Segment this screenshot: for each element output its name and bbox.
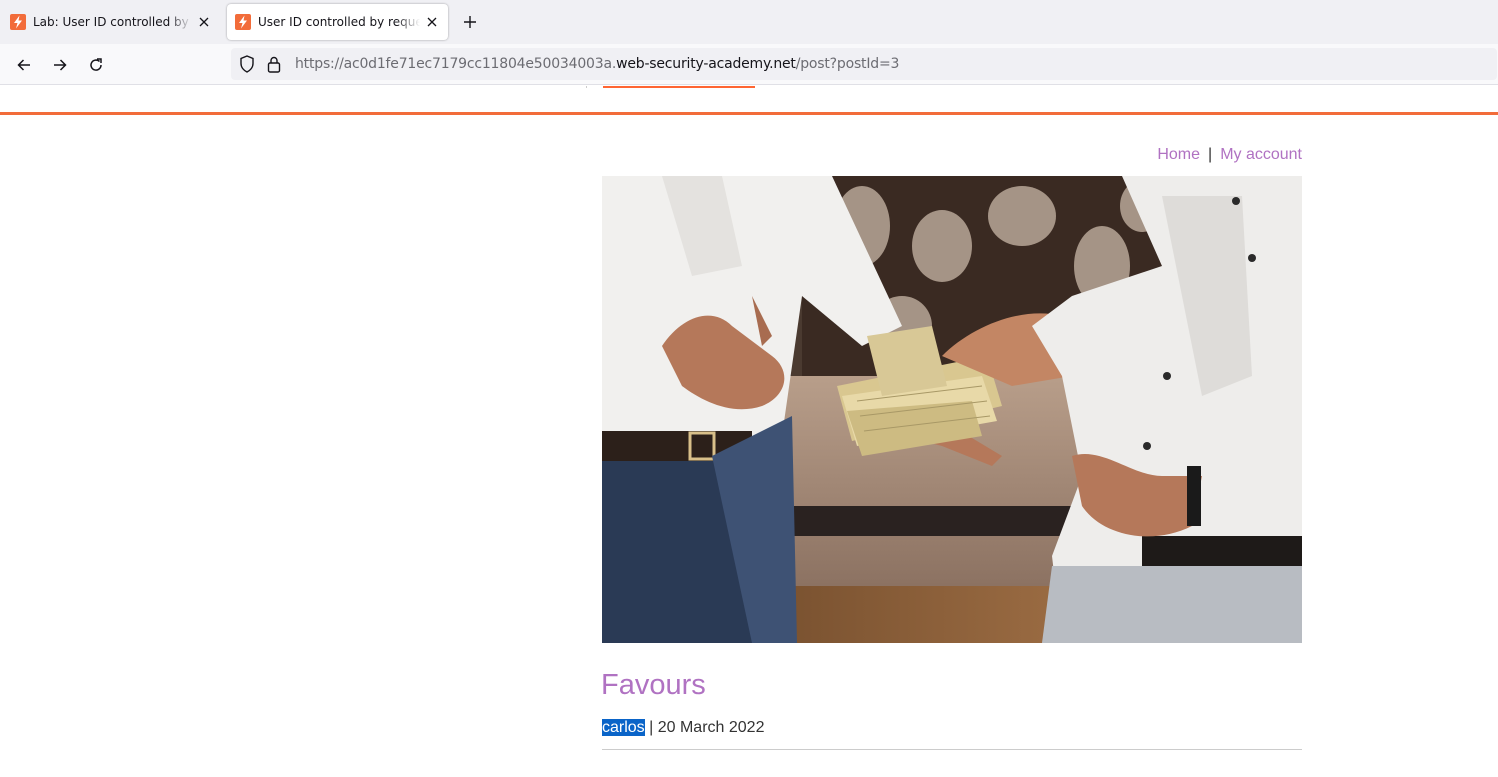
close-icon[interactable]: [196, 14, 212, 30]
header-orange-line: [0, 112, 1498, 115]
back-button[interactable]: [11, 52, 37, 78]
my-account-link[interactable]: My account: [1220, 146, 1302, 163]
post-divider: [602, 749, 1302, 750]
header-accent-bar: [603, 86, 755, 88]
tab-lab[interactable]: Lab: User ID controlled by request param…: [2, 4, 220, 40]
post-title: Favours: [601, 669, 706, 701]
post-date: 20 March 2022: [657, 719, 765, 736]
lab-lightning-icon: [235, 14, 251, 30]
forward-arrow-icon: [54, 59, 67, 71]
reload-button[interactable]: [83, 52, 109, 78]
url-domain: web-security-academy.net: [616, 56, 796, 72]
plus-icon: [464, 16, 476, 28]
lab-lightning-icon: [10, 14, 26, 30]
browser-nav-bar: https://ac0d1fe71ec7179cc11804e50034003a…: [0, 44, 1498, 85]
tab-post[interactable]: User ID controlled by request parameter: [227, 4, 448, 40]
forward-button[interactable]: [47, 52, 73, 78]
post-image: [602, 176, 1302, 643]
url-path: /post?postId=3: [795, 56, 900, 72]
site-nav: Home | My account: [1157, 146, 1302, 164]
tab-title: User ID controlled by request parameter: [258, 15, 420, 29]
close-icon[interactable]: [424, 14, 440, 30]
url-prefix: https://ac0d1fe71ec7179cc11804e50034003a…: [295, 56, 617, 72]
shield-icon[interactable]: [237, 54, 257, 74]
post-meta: carlos | 20 March 2022: [602, 719, 764, 737]
home-link[interactable]: Home: [1157, 146, 1200, 163]
reload-icon: [90, 58, 102, 71]
browser-tab-bar: Lab: User ID controlled by request param…: [0, 0, 1498, 44]
url-text[interactable]: https://ac0d1fe71ec7179cc11804e50034003a…: [295, 56, 899, 72]
tab-title: Lab: User ID controlled by request param…: [33, 15, 192, 29]
new-tab-button[interactable]: [458, 10, 482, 34]
lock-icon[interactable]: [265, 54, 283, 74]
address-bar[interactable]: https://ac0d1fe71ec7179cc11804e50034003a…: [231, 48, 1497, 80]
meta-separator: |: [644, 719, 658, 736]
back-arrow-icon: [17, 59, 30, 71]
nav-separator: |: [1208, 146, 1213, 163]
post-author[interactable]: carlos: [602, 719, 645, 736]
web-page: Home | My account Favours carlos | 20 Ma…: [0, 86, 1498, 777]
header-divider: [586, 86, 587, 88]
